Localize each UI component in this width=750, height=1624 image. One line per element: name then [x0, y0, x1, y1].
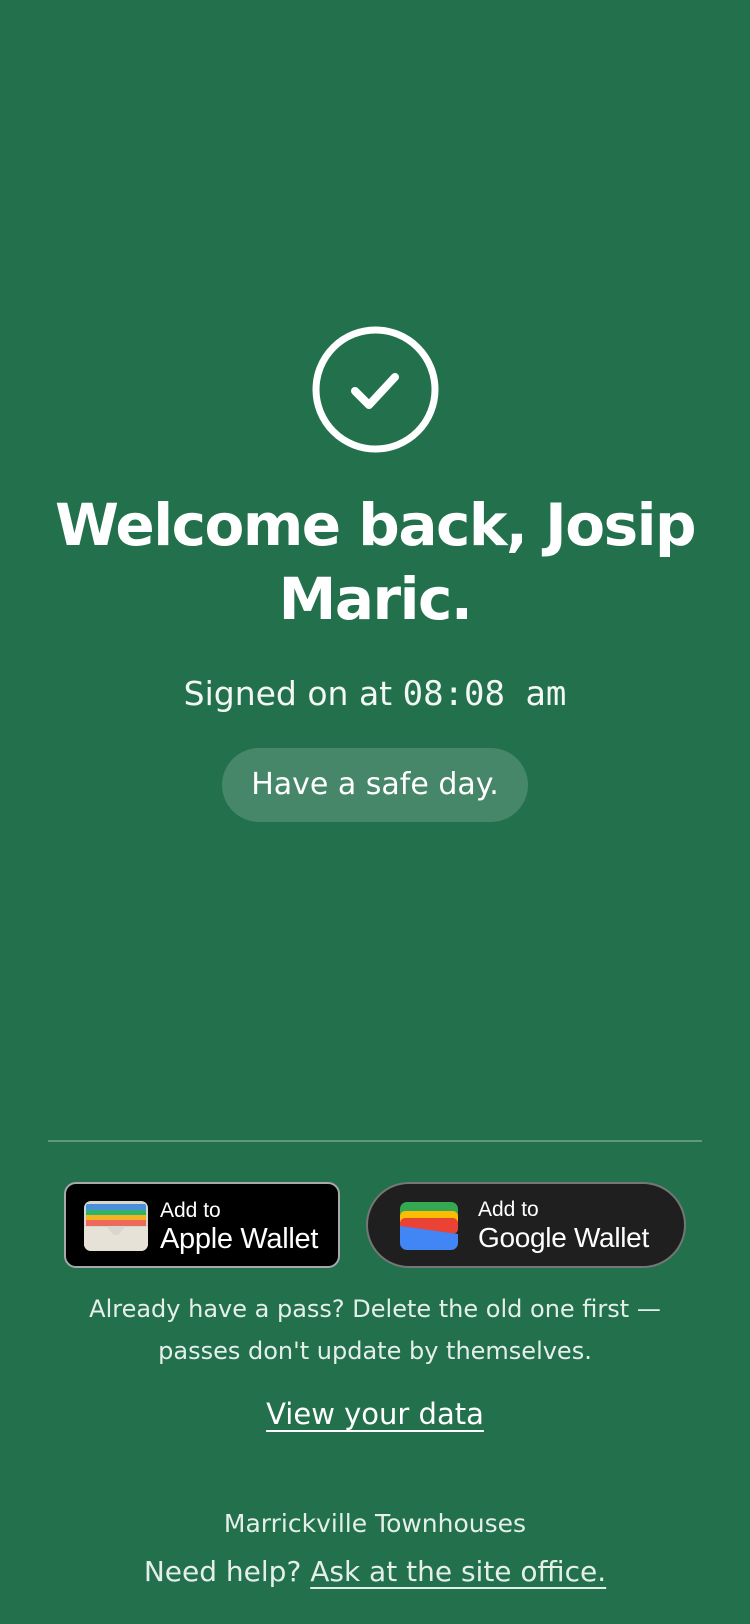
- pass-note-line-2: passes don't update by themselves.: [158, 1337, 592, 1365]
- pass-note-line-1: Already have a pass? Delete the old one …: [89, 1295, 661, 1323]
- view-your-data-link[interactable]: View your data: [266, 1397, 484, 1431]
- google-wallet-add-to-label: Add to: [478, 1198, 539, 1221]
- apple-wallet-icon: [84, 1201, 148, 1255]
- google-wallet-icon: [400, 1202, 458, 1254]
- add-to-google-wallet-button[interactable]: Add to Google Wallet: [366, 1182, 686, 1268]
- welcome-heading: Welcome back, Josip Maric.: [40, 488, 710, 636]
- sign-on-time-value: 08:08 am: [402, 674, 567, 714]
- sign-on-prefix: Signed on at: [183, 674, 403, 713]
- add-to-apple-wallet-button[interactable]: Add to Apple Wallet: [64, 1182, 340, 1268]
- view-data-container: View your data: [0, 1392, 750, 1436]
- apple-wallet-label: Apple Wallet: [160, 1223, 319, 1255]
- sign-on-time: Signed on at 08:08 am: [0, 670, 750, 718]
- section-divider: [48, 1140, 702, 1142]
- pass-update-note: Already have a pass? Delete the old one …: [60, 1288, 690, 1372]
- safe-day-message: Have a safe day.: [222, 748, 528, 822]
- welcome-line-2: Maric.: [278, 565, 473, 633]
- check-circle-icon: [311, 325, 440, 454]
- site-name: Marrickville Townhouses: [223, 1509, 527, 1538]
- apple-wallet-add-to-label: Add to: [160, 1199, 221, 1222]
- site-office-link[interactable]: Ask at the site office.: [310, 1555, 606, 1588]
- help-prefix: Need help?: [143, 1555, 311, 1588]
- google-wallet-label: Google Wallet: [478, 1222, 649, 1253]
- help-text: Need help? Ask at the site office.: [0, 1551, 750, 1593]
- welcome-line-1: Welcome back, Josip: [54, 491, 697, 559]
